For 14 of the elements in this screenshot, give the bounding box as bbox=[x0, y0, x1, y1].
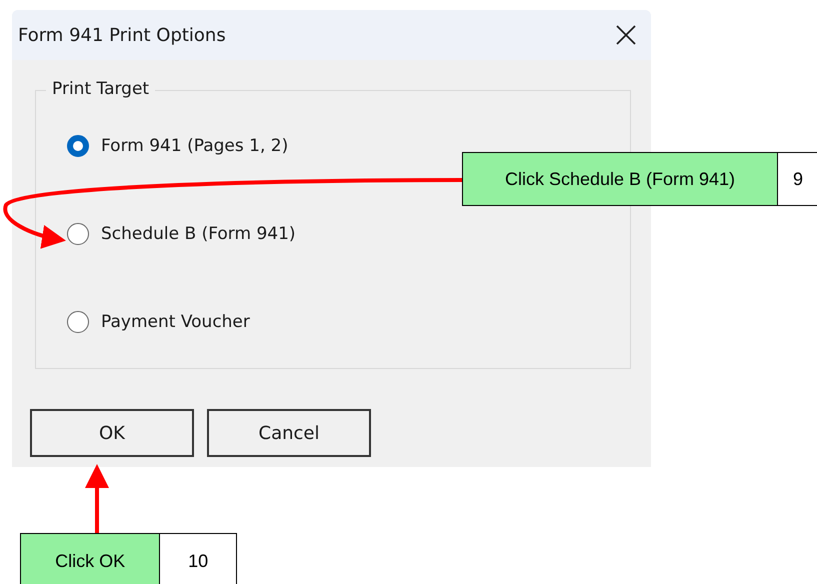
radio-label[interactable]: Form 941 (Pages 1, 2) bbox=[101, 136, 288, 156]
radio-label[interactable]: Schedule B (Form 941) bbox=[101, 224, 296, 244]
radio-label[interactable]: Payment Voucher bbox=[101, 312, 250, 332]
radio-button[interactable] bbox=[67, 223, 89, 245]
radio-button[interactable] bbox=[67, 135, 89, 157]
window-title: Form 941 Print Options bbox=[18, 24, 226, 46]
arrow bbox=[85, 464, 109, 533]
radio-button[interactable] bbox=[67, 311, 89, 333]
cancel-button[interactable]: Cancel bbox=[207, 409, 371, 457]
group-title: Print Target bbox=[46, 79, 156, 99]
close-icon[interactable] bbox=[615, 24, 637, 46]
callout-label: Click OK bbox=[21, 534, 160, 584]
callout-label: Click Schedule B (Form 941) bbox=[463, 153, 778, 205]
ok-button[interactable]: OK bbox=[30, 409, 194, 457]
